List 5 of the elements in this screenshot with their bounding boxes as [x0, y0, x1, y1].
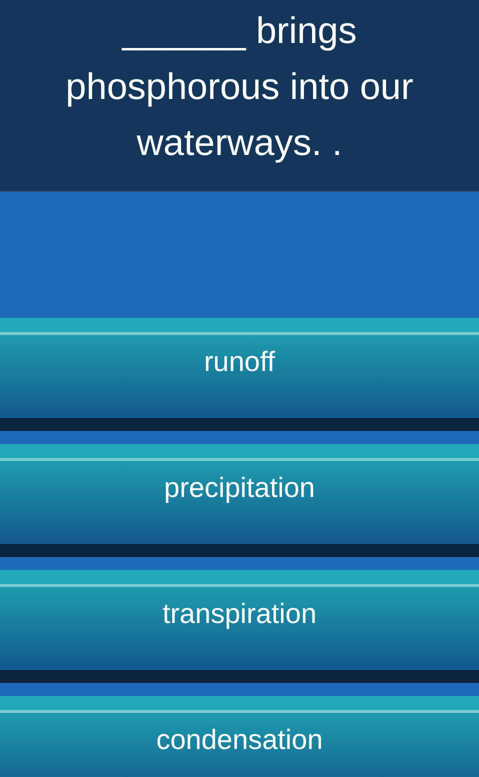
answer-button[interactable]: runoff — [0, 318, 479, 431]
answer-button[interactable]: precipitation — [0, 444, 479, 557]
answer-button[interactable]: condensation — [0, 696, 479, 777]
answer-button[interactable]: transpiration — [0, 570, 479, 683]
question-text: ______ brings phosphorous into our waterways. . — [64, 9, 414, 165]
